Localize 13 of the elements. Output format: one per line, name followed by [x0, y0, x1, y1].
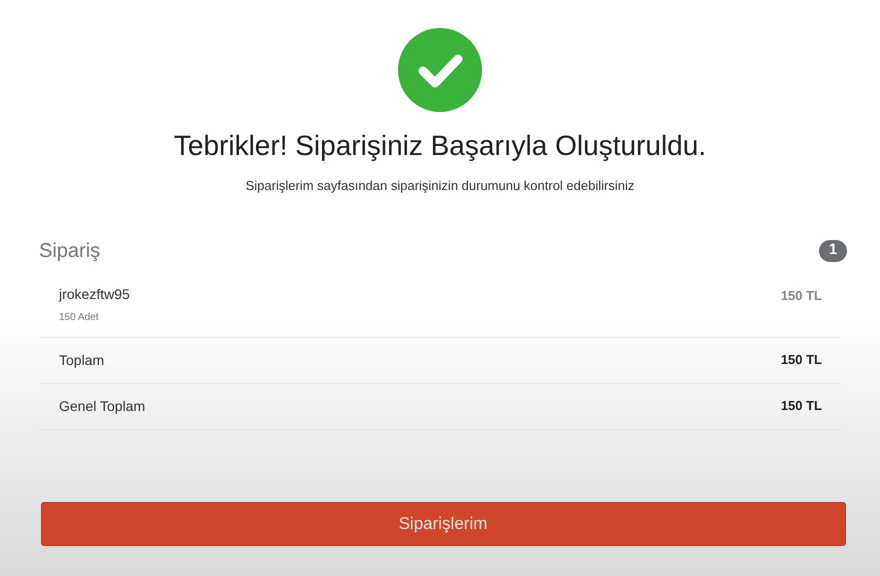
item-price: 150 TL: [780, 286, 822, 304]
total-label: Toplam: [59, 350, 104, 370]
total-value: 150 TL: [780, 397, 822, 416]
count-badge: 1: [819, 240, 847, 262]
item-quantity: 150 Adet: [59, 310, 100, 324]
total-value: 150 TL: [780, 351, 822, 370]
subtitle-text: Siparişlerim sayfasından siparişinizin durumunu kontrol edebilirsiniz: [246, 177, 634, 195]
orders-button[interactable]: Siparişlerim: [40, 502, 846, 546]
total-label: Genel Toplam: [59, 396, 146, 416]
section-heading: Sipariş: [39, 238, 100, 264]
page-title: Tebrikler! Siparişiniz Başarıyla Oluşturuldu.: [174, 129, 706, 163]
check-circle-icon: [398, 28, 482, 112]
item-name: jrokezftw95: [59, 284, 130, 304]
